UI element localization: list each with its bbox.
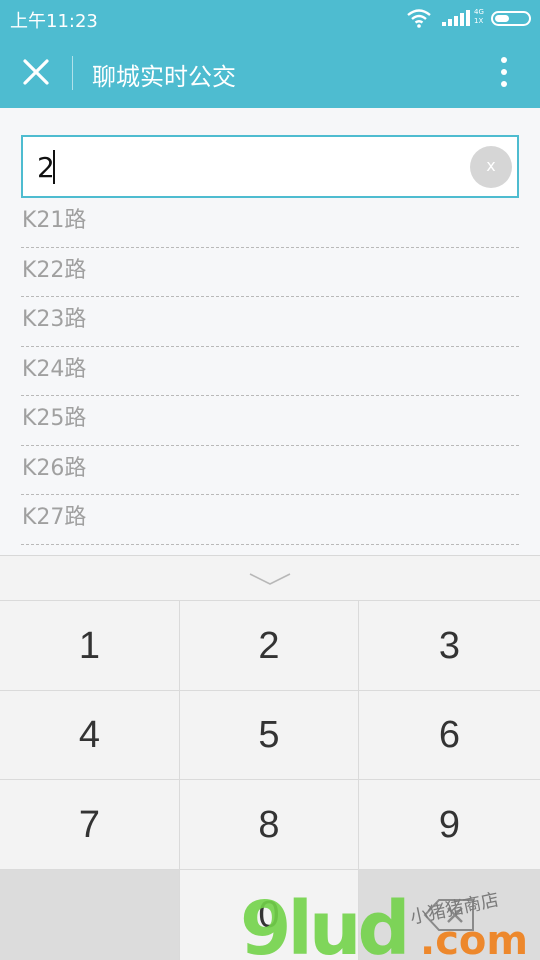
key-7[interactable]: 7 (0, 779, 180, 869)
network-type: 4G 1X (474, 8, 484, 25)
key-2[interactable]: 2 (180, 600, 359, 690)
key-4[interactable]: 4 (0, 690, 180, 779)
signal-icon (442, 10, 470, 26)
key-0[interactable]: 0 (180, 869, 359, 960)
list-item[interactable]: K27路 (21, 495, 519, 545)
backspace-key[interactable] (359, 869, 540, 960)
list-item[interactable]: K21路 (21, 198, 519, 248)
search-input[interactable] (37, 147, 457, 187)
status-time: 上午11:23 (10, 11, 98, 32)
search-box: x (21, 135, 519, 198)
list-item[interactable]: K25路 (21, 396, 519, 446)
list-item[interactable]: K24路 (21, 347, 519, 396)
app-bar: 聊城实时公交 (0, 36, 540, 108)
battery-level (495, 15, 509, 22)
clear-button[interactable]: x (470, 146, 512, 188)
app-bar-divider (72, 56, 73, 90)
close-icon[interactable] (20, 56, 52, 88)
wifi-icon (407, 9, 431, 28)
battery-icon (491, 11, 531, 26)
key-5[interactable]: 5 (180, 690, 359, 779)
key-3[interactable]: 3 (359, 600, 540, 690)
backspace-icon (423, 899, 474, 931)
chevron-down-icon (249, 573, 291, 585)
more-icon[interactable] (490, 56, 518, 90)
text-caret (53, 150, 55, 184)
numeric-keypad: 1 2 3 4 5 6 7 8 9 0 (0, 555, 540, 960)
status-bar: 上午11:23 4G 1X (0, 0, 540, 36)
key-9[interactable]: 9 (359, 779, 540, 869)
keypad-collapse-button[interactable] (0, 555, 540, 600)
page-title: 聊城实时公交 (92, 63, 236, 91)
key-6[interactable]: 6 (359, 690, 540, 779)
list-item[interactable]: K26路 (21, 446, 519, 495)
key-1[interactable]: 1 (0, 600, 180, 690)
key-8[interactable]: 8 (180, 779, 359, 869)
suggestion-list: K21路 K22路 K23路 K24路 K25路 K26路 K27路 (21, 198, 519, 545)
list-item[interactable]: K22路 (21, 248, 519, 297)
key-blank (0, 869, 180, 960)
list-item[interactable]: K23路 (21, 297, 519, 347)
